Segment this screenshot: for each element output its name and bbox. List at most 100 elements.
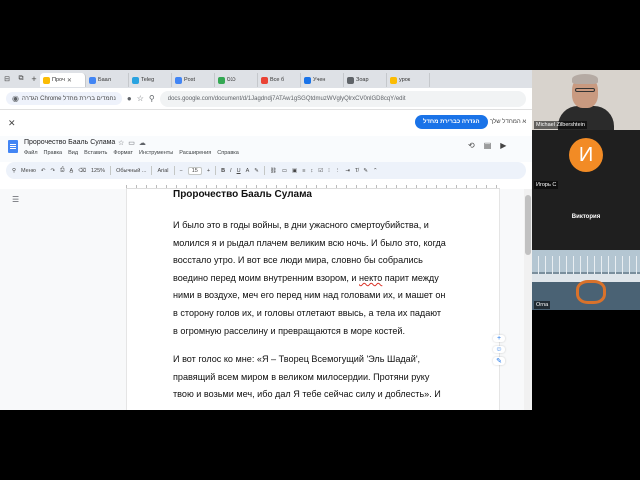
ruler-tick bbox=[426, 185, 427, 188]
close-tab-icon[interactable]: ✕ bbox=[67, 77, 72, 84]
star-icon[interactable]: ☆ bbox=[118, 139, 124, 147]
history-icon[interactable]: ⟲ bbox=[468, 141, 475, 150]
highlight-button[interactable]: ✎ bbox=[254, 168, 259, 174]
window-menu-icon[interactable]: ⊟ bbox=[0, 75, 14, 83]
link-icon[interactable]: ⛓ bbox=[270, 168, 277, 174]
print-icon[interactable]: ⎙ bbox=[60, 167, 64, 174]
vertical-scrollbar[interactable] bbox=[524, 189, 532, 410]
default-browser-pill[interactable]: ◉ הגדרה Chrome נחמדים ברירת מחדל bbox=[6, 92, 122, 105]
comment-icon[interactable]: ▭ bbox=[282, 168, 287, 174]
tab-label: урок bbox=[399, 77, 411, 83]
checklist-icon[interactable]: ☑ bbox=[318, 168, 323, 174]
text-line: восстало утро. И вот все люди мира, слов… bbox=[173, 255, 423, 266]
menus-search[interactable]: Меню bbox=[21, 168, 36, 174]
menu-item[interactable]: Расширения bbox=[179, 150, 211, 156]
browser-tab[interactable]: כנס bbox=[215, 73, 258, 87]
url-field[interactable]: docs.google.com/document/d/1Jagdndj7ATAw… bbox=[159, 90, 526, 107]
meet-icon[interactable]: ▶ bbox=[500, 141, 506, 150]
participant-tile[interactable]: Виктория bbox=[532, 190, 640, 250]
profile-avatar-icon[interactable]: ● bbox=[127, 94, 132, 103]
ruler-tick bbox=[326, 185, 327, 188]
paint-format-icon[interactable]: ⌫ bbox=[78, 168, 86, 174]
decrease-font-icon[interactable]: − bbox=[180, 168, 183, 174]
ruler-tick bbox=[346, 185, 347, 188]
emoji-reaction-icon[interactable]: ☺ bbox=[493, 346, 505, 353]
redo-icon[interactable]: ↷ bbox=[51, 168, 56, 174]
toolbar-divider bbox=[151, 166, 153, 175]
translate-icon[interactable]: ⚲ bbox=[149, 94, 155, 103]
menu-item[interactable]: Вставить bbox=[84, 150, 107, 156]
underline-button[interactable]: U bbox=[237, 168, 241, 174]
menu-item[interactable]: Инструменты bbox=[139, 150, 173, 156]
bold-button[interactable]: B bbox=[221, 168, 225, 174]
tab-favicon-icon bbox=[43, 76, 50, 84]
increase-font-icon[interactable]: + bbox=[207, 168, 210, 174]
ruler-tick bbox=[136, 185, 137, 188]
browser-tab[interactable]: Все б bbox=[258, 73, 301, 87]
more-icon[interactable]: ⌃ bbox=[373, 168, 378, 174]
video-call-panel: Michael Zilbershtein И Игорь С Виктория … bbox=[532, 70, 640, 310]
numbered-list-icon[interactable]: ⋮ bbox=[335, 168, 341, 174]
search-menus-icon[interactable]: ⚲ bbox=[12, 168, 16, 174]
editing-mode-icon[interactable]: ✎ bbox=[363, 168, 368, 174]
window-copy-icon[interactable]: ⧉ bbox=[14, 75, 28, 83]
font-select[interactable]: Arial bbox=[157, 168, 168, 174]
browser-tab[interactable]: Проч ✕ bbox=[40, 73, 86, 87]
suggest-edit-icon[interactable]: ✎ bbox=[493, 357, 505, 365]
menu-item[interactable]: Вид bbox=[68, 150, 78, 156]
participant-tile[interactable]: Michael Zilbershtein bbox=[532, 70, 640, 130]
document-outline-icon[interactable]: ☰ bbox=[12, 195, 19, 204]
menu-item[interactable]: Формат bbox=[113, 150, 133, 156]
document-canvas: ☰ Пророчество Бааль Сулама И было это в … bbox=[0, 189, 532, 410]
tab-label: Зоар bbox=[356, 77, 369, 83]
text-color-button[interactable]: A bbox=[246, 168, 250, 174]
browser-tab[interactable]: Учен bbox=[301, 73, 344, 87]
bookmark-star-icon[interactable]: ☆ bbox=[137, 94, 144, 103]
image-icon[interactable]: ▣ bbox=[292, 168, 297, 174]
indent-icon[interactable]: ⇥ bbox=[345, 168, 350, 174]
document-title[interactable]: Пророчество Бааль Сулама bbox=[24, 139, 115, 146]
ruler-tick bbox=[466, 185, 467, 188]
move-folder-icon[interactable]: ▭ bbox=[128, 139, 135, 147]
undo-icon[interactable]: ↶ bbox=[41, 168, 46, 174]
close-banner-icon[interactable]: ✕ bbox=[8, 118, 16, 129]
style-select[interactable]: Обычный ... bbox=[116, 168, 146, 174]
ruler[interactable] bbox=[126, 181, 500, 189]
ruler-tick bbox=[416, 185, 417, 188]
bullet-list-icon[interactable]: ⁝ bbox=[328, 168, 330, 174]
font-size-input[interactable]: 15 bbox=[187, 166, 202, 175]
document-page[interactable]: Пророчество Бааль Сулама И было это в го… bbox=[126, 189, 500, 410]
italic-button[interactable]: I bbox=[230, 168, 232, 174]
docs-logo-icon[interactable] bbox=[8, 140, 18, 153]
browser-tab[interactable]: Teleg bbox=[129, 73, 172, 87]
tab-label: Учен bbox=[313, 77, 326, 83]
menu-item[interactable]: Файл bbox=[24, 150, 38, 156]
menu-item[interactable]: Справка bbox=[217, 150, 239, 156]
line-spacing-icon[interactable]: ↕ bbox=[310, 168, 313, 174]
tab-favicon-icon bbox=[390, 76, 397, 84]
menu-item[interactable]: Правка bbox=[44, 150, 63, 156]
scroll-thumb[interactable] bbox=[525, 195, 531, 255]
browser-tab[interactable]: Баал bbox=[86, 73, 129, 87]
text-line: в огромную расселину и превращаются в мо… bbox=[173, 325, 405, 336]
comments-icon[interactable]: ▤ bbox=[484, 141, 492, 150]
set-default-button[interactable]: הגדרה כברירת מחדל bbox=[415, 115, 488, 129]
browser-tab[interactable]: урок bbox=[387, 73, 430, 87]
browser-tab[interactable]: Post bbox=[172, 73, 215, 87]
browser-tab[interactable]: Зоар bbox=[344, 73, 387, 87]
participant-tile[interactable]: Orna bbox=[532, 250, 640, 310]
tab-label: Баал bbox=[98, 77, 111, 83]
tab-label: Все б bbox=[270, 77, 285, 83]
spellcheck-icon[interactable]: A̲ bbox=[70, 168, 74, 174]
clear-format-icon[interactable]: T̸ bbox=[355, 168, 358, 174]
add-comment-icon[interactable]: + bbox=[493, 335, 505, 342]
menu-bar: Файл Правка Вид Вставить Формат Инструменты Ра… bbox=[24, 150, 239, 156]
participant-tile[interactable]: И Игорь С bbox=[532, 130, 640, 190]
new-tab-button[interactable]: + bbox=[28, 74, 40, 84]
zoom-select[interactable]: 125% bbox=[91, 168, 105, 174]
ruler-tick bbox=[376, 185, 377, 188]
align-icon[interactable]: ≡ bbox=[302, 168, 305, 174]
ruler-tick bbox=[406, 185, 407, 188]
spelling-error-mark[interactable]: некто bbox=[359, 273, 382, 283]
address-bar-row: ◉ הגדרה Chrome נחמדים ברירת מחדל ● ☆ ⚲ d… bbox=[0, 88, 532, 110]
